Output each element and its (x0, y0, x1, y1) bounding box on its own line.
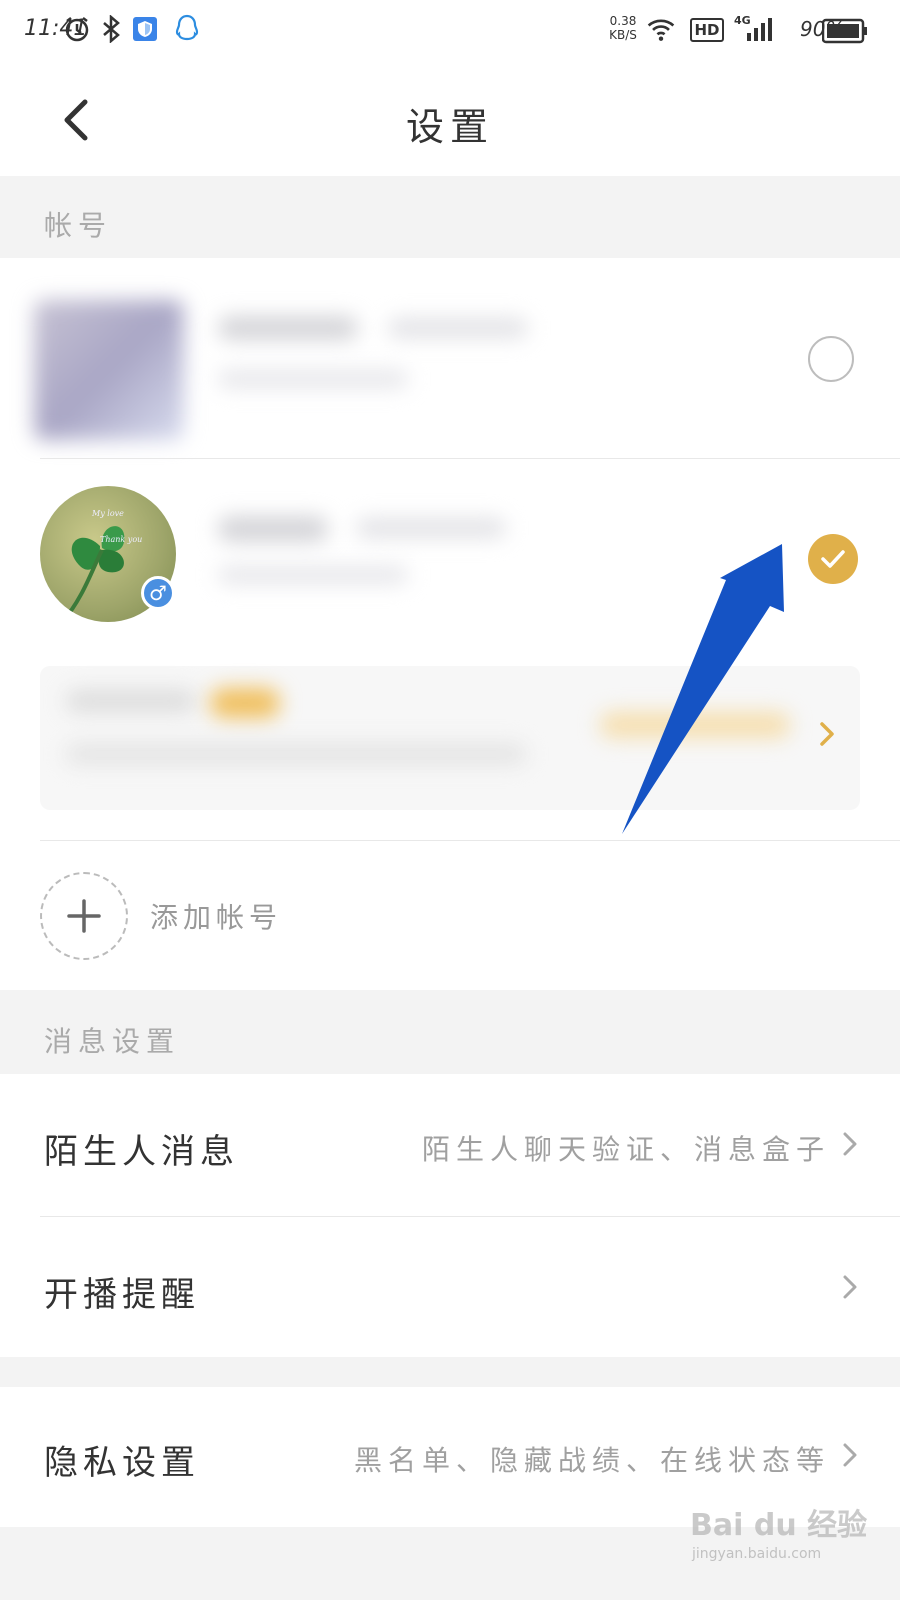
chevron-right-icon (840, 1269, 860, 1305)
plus-icon (67, 899, 101, 933)
section-gap (0, 1357, 900, 1387)
section-header-account: 帐号 (0, 176, 900, 258)
stranger-messages-row[interactable]: 陌生人消息 陌生人聊天验证、消息盒子 (0, 1074, 900, 1216)
watermark-text: Bai du 经验 (690, 1508, 868, 1543)
wifi-icon (646, 14, 676, 44)
account-radio-unselected[interactable] (808, 336, 854, 382)
section-header-messages: 消息设置 (0, 990, 900, 1074)
avatar (34, 300, 184, 440)
page-title: 设置 (405, 105, 494, 149)
blurred-badge (210, 688, 280, 718)
net-speed-unit: KB/S (609, 28, 637, 42)
svg-text:Thank you: Thank you (100, 535, 142, 544)
check-icon (821, 550, 845, 568)
blurred-id (218, 370, 408, 388)
bluetooth-icon (96, 14, 126, 44)
row-subtitle: 陌生人聊天验证、消息盒子 (421, 1133, 830, 1166)
blurred-card-desc (66, 744, 526, 764)
net-speed-value: 0.38 (609, 14, 637, 28)
blurred-info (388, 318, 528, 338)
account-check-selected[interactable] (808, 534, 858, 584)
blurred-info (356, 518, 506, 538)
section-label: 帐号 (44, 209, 113, 242)
add-account-button[interactable] (40, 872, 128, 960)
row-subtitle: 黑名单、隐藏战绩、在线状态等 (353, 1444, 830, 1477)
qq-icon (172, 14, 202, 44)
chevron-right-icon (840, 1126, 860, 1162)
net-speed: 0.38 KB/S (606, 14, 640, 42)
baidu-watermark: Bai du 经验 jingyan.baidu.com (690, 1500, 870, 1580)
shield-icon (130, 14, 160, 44)
blurred-card-title (66, 690, 196, 712)
cell-signal-icon (744, 14, 774, 44)
row-title: 开播提醒 (44, 1275, 200, 1315)
section-label: 消息设置 (44, 1025, 181, 1058)
add-account-label[interactable]: 添加帐号 (150, 896, 282, 936)
chevron-right-icon (840, 1437, 860, 1473)
blurred-username (218, 316, 358, 340)
blurred-card-action (600, 712, 790, 738)
chevron-right-icon (812, 714, 842, 754)
svg-text:My love: My love (91, 509, 124, 518)
hd-badge: HD (690, 18, 724, 42)
row-title: 陌生人消息 (44, 1132, 239, 1172)
blurred-username (218, 516, 328, 542)
male-gender-icon: ♂ (141, 576, 175, 610)
divider (40, 840, 900, 841)
watermark-url: jingyan.baidu.com (692, 1546, 822, 1562)
battery-icon (821, 18, 868, 44)
blurred-id (218, 566, 408, 584)
row-title: 隐私设置 (44, 1443, 200, 1483)
live-reminder-row[interactable]: 开播提醒 (0, 1217, 900, 1357)
account-info-card[interactable] (40, 666, 860, 810)
alarm-icon (62, 14, 92, 44)
